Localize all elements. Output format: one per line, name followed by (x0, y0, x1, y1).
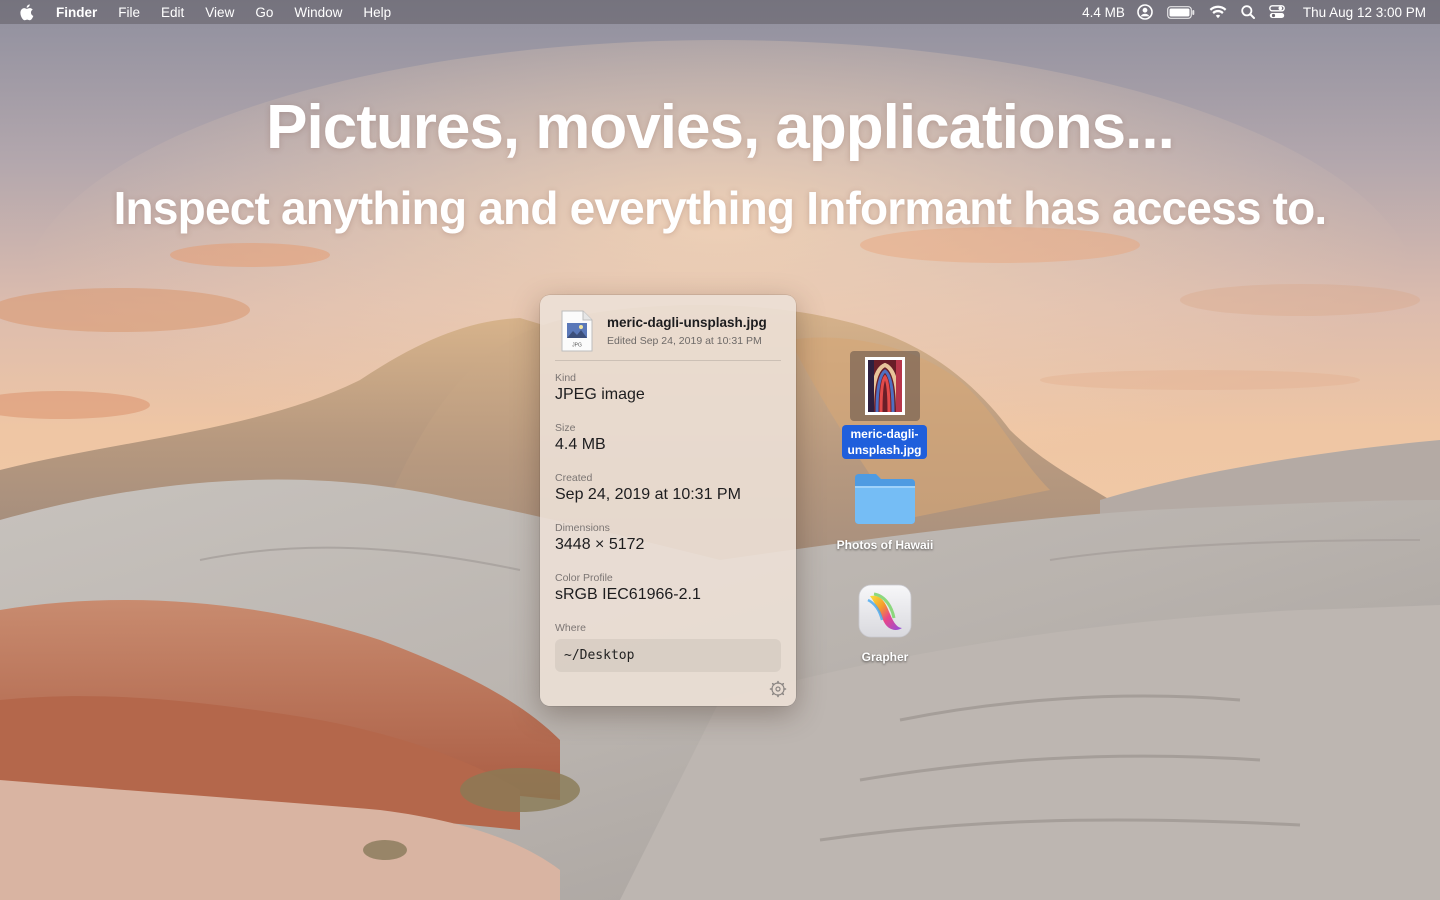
battery-icon[interactable] (1167, 5, 1195, 19)
user-circle-icon[interactable] (1137, 4, 1153, 20)
field-value: JPEG image (555, 386, 645, 403)
field-label: Where (555, 622, 586, 634)
field-label: Created (555, 472, 593, 484)
hero-title: Pictures, movies, applications... (266, 93, 1175, 162)
field-dimensions: Dimensions 3448 × 5172 (555, 522, 781, 554)
menu-view[interactable]: View (205, 5, 234, 20)
field-color-profile: Color Profile sRGB IEC61966-2.1 (555, 572, 781, 604)
panel-filename: meric-dagli-unsplash.jpg (607, 315, 767, 330)
menu-app-finder[interactable]: Finder (56, 5, 97, 20)
field-kind: Kind JPEG image (555, 372, 781, 404)
field-where: Where (555, 622, 781, 634)
desktop-file-thumbnail[interactable] (850, 351, 920, 421)
panel-edited-date: Edited Sep 24, 2019 at 10:31 PM (607, 335, 762, 347)
hero-subtitle: Inspect anything and everything Informan… (113, 182, 1328, 234)
menu-file[interactable]: File (118, 5, 140, 20)
grapher-label[interactable]: Grapher (810, 650, 960, 664)
apple-logo-icon[interactable] (20, 3, 36, 21)
file-icon-badge: JPG (572, 343, 582, 349)
wifi-icon[interactable] (1209, 5, 1227, 19)
search-icon[interactable] (1241, 5, 1255, 19)
field-label: Kind (555, 372, 577, 384)
menu-help[interactable]: Help (363, 5, 391, 20)
field-value: 3448 × 5172 (555, 536, 645, 553)
folder-label[interactable]: Photos of Hawaii (810, 538, 960, 552)
panel-header: JPG meric-dagli-unsplash.jpg Edited Sep … (555, 309, 781, 361)
jpeg-document-icon: JPG (561, 310, 593, 352)
field-value: sRGB IEC61966-2.1 (555, 586, 701, 603)
file-label-line: unsplash.jpg (847, 443, 922, 457)
menu-window[interactable]: Window (294, 5, 342, 20)
field-label: Dimensions (555, 522, 610, 534)
file-info-panel: JPG meric-dagli-unsplash.jpg Edited Sep … (540, 295, 796, 706)
gear-icon[interactable] (769, 680, 787, 698)
menu-edit[interactable]: Edit (161, 5, 184, 20)
file-label-line: meric-dagli- (850, 427, 919, 441)
field-label: Color Profile (555, 572, 613, 584)
field-size: Size 4.4 MB (555, 422, 781, 454)
field-value: 4.4 MB (555, 436, 606, 453)
grapher-app-icon[interactable] (856, 582, 914, 640)
control-center-icon[interactable] (1269, 5, 1285, 19)
folder-icon[interactable] (852, 470, 918, 528)
field-label: Size (555, 422, 576, 434)
menu-go[interactable]: Go (255, 5, 273, 20)
field-value: Sep 24, 2019 at 10:31 PM (555, 486, 741, 503)
desktop-file-label-selected[interactable]: meric-dagli- unsplash.jpg (842, 425, 927, 459)
informant-status-item[interactable]: 4.4 MB (1082, 5, 1125, 20)
field-created: Created Sep 24, 2019 at 10:31 PM (555, 472, 781, 504)
menu-bar: Finder File Edit View Go Window Help 4.4… (0, 0, 1440, 24)
menu-clock[interactable]: Thu Aug 12 3:00 PM (1303, 5, 1426, 20)
image-thumbnail-icon (865, 357, 905, 415)
where-path-field[interactable]: ~/Desktop (555, 639, 781, 672)
